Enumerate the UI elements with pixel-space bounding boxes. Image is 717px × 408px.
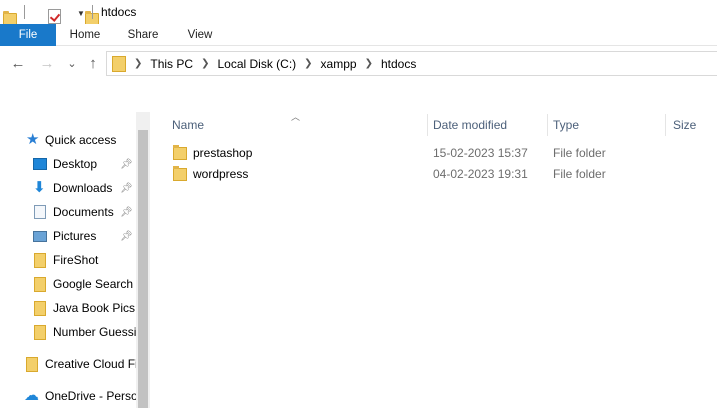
sidebar-item-label: Documents [53, 205, 114, 219]
pin-icon[interactable]: 📌︎ [120, 183, 133, 194]
chevron-right-icon[interactable]: ❯ [304, 58, 312, 69]
sidebar-item-java-book-pics[interactable]: Java Book Pics ( [0, 297, 136, 319]
sidebar-item-label: Desktop [53, 157, 98, 171]
sort-ascending-icon: ︿ [291, 112, 301, 122]
folder-icon [112, 55, 126, 72]
sidebar-item-fireshot[interactable]: FireShot [0, 249, 136, 271]
file-date-modified: 15-02-2023 15:37 [433, 146, 528, 160]
desktop-icon [33, 158, 47, 170]
up-arrow-icon[interactable]: ↑ [84, 54, 102, 74]
pin-icon[interactable]: 📌︎ [120, 207, 133, 218]
column-headers: ︿ Name Date modified Type Size [150, 112, 717, 138]
folder-icon [173, 145, 187, 160]
sidebar-item-number-guessing[interactable]: Number Guessi [0, 321, 136, 343]
breadcrumb-htdocs[interactable]: htdocs [381, 57, 416, 71]
sidebar-item-quick-access[interactable]: ★ Quick access [0, 129, 136, 151]
folder-icon [173, 166, 187, 181]
column-divider[interactable] [665, 114, 666, 136]
sidebar-item-google-search[interactable]: Google Search c [0, 273, 136, 295]
chevron-right-icon[interactable]: ❯ [365, 58, 373, 69]
file-type: File folder [553, 167, 606, 181]
folder-icon [34, 301, 46, 316]
column-header-name[interactable]: Name [172, 112, 204, 138]
column-header-date-modified[interactable]: Date modified [433, 112, 507, 138]
column-header-size[interactable]: Size [673, 112, 696, 138]
tab-home[interactable]: Home [56, 24, 114, 46]
pin-icon[interactable]: 📌︎ [120, 159, 133, 170]
back-arrow-icon[interactable]: ← [9, 54, 27, 74]
navigation-scrollbar[interactable] [136, 112, 150, 408]
separator [92, 5, 93, 19]
download-icon: ⬇ [33, 179, 46, 196]
sidebar-item-label: Creative Cloud Fi [45, 357, 136, 371]
table-row[interactable]: wordpress 04-02-2023 19:31 File folder [150, 164, 717, 185]
table-row[interactable]: prestashop 15-02-2023 15:37 File folder [150, 143, 717, 164]
title-bar: ▼ htdocs [0, 0, 717, 25]
forward-arrow-icon[interactable]: → [38, 54, 56, 74]
onedrive-icon: ☁ [24, 387, 39, 404]
navigation-bar: ← → ⌄ ↑ ❯ This PC ❯ Local Disk (C:) ❯ xa… [0, 46, 717, 82]
ribbon-tabs: File Home Share View [0, 24, 717, 46]
tab-share[interactable]: Share [114, 24, 172, 46]
pictures-icon [33, 231, 47, 242]
sidebar-item-desktop[interactable]: Desktop 📌︎ [0, 153, 136, 175]
file-date-modified: 04-02-2023 19:31 [433, 167, 528, 181]
sidebar-item-label: Google Search c [53, 277, 136, 291]
properties-icon[interactable] [48, 8, 61, 24]
navigation-pane: ★ Quick access Desktop 📌︎ ⬇ Downloads 📌︎… [0, 112, 150, 408]
file-name: prestashop [193, 146, 253, 160]
folder-icon [34, 253, 46, 268]
sidebar-item-documents[interactable]: Documents 📌︎ [0, 201, 136, 223]
sidebar-item-label: Quick access [45, 133, 117, 147]
sidebar-item-label: Pictures [53, 229, 97, 243]
column-divider[interactable] [427, 114, 428, 136]
address-bar[interactable]: ❯ This PC ❯ Local Disk (C:) ❯ xampp ❯ ht… [106, 51, 717, 76]
scrollbar-thumb[interactable] [138, 130, 148, 408]
folder-icon [34, 325, 46, 340]
documents-icon [34, 205, 46, 219]
file-name: wordpress [193, 167, 249, 181]
recent-locations-chevron-icon[interactable]: ⌄ [63, 54, 81, 74]
sidebar-item-pictures[interactable]: Pictures 📌︎ [0, 225, 136, 247]
sidebar-item-label: FireShot [53, 253, 99, 267]
breadcrumb-this-pc[interactable]: This PC [150, 57, 193, 71]
customize-toolbar-chevron-icon[interactable]: ▼ [77, 9, 85, 18]
sidebar-item-downloads[interactable]: ⬇ Downloads 📌︎ [0, 177, 136, 199]
separator [24, 5, 25, 19]
pin-icon[interactable]: 📌︎ [120, 231, 133, 242]
sidebar-item-onedrive[interactable]: ☁ OneDrive - Perso [0, 385, 136, 407]
creative-cloud-icon [26, 357, 38, 372]
column-header-type[interactable]: Type [553, 112, 579, 138]
window-title: htdocs [101, 5, 137, 19]
sidebar-item-label: Number Guessi [53, 325, 136, 339]
sidebar-item-label: OneDrive - Perso [45, 389, 136, 403]
sidebar-item-label: Downloads [53, 181, 113, 195]
column-divider[interactable] [547, 114, 548, 136]
breadcrumb-local-disk[interactable]: Local Disk (C:) [217, 57, 296, 71]
tab-view[interactable]: View [172, 24, 228, 46]
tab-file[interactable]: File [0, 24, 56, 46]
chevron-right-icon[interactable]: ❯ [201, 58, 209, 69]
chevron-right-icon[interactable]: ❯ [134, 58, 142, 69]
sidebar-item-label: Java Book Pics ( [53, 301, 136, 315]
sidebar-item-creative-cloud[interactable]: Creative Cloud Fi [0, 353, 136, 375]
folder-icon [34, 277, 46, 292]
star-icon: ★ [26, 131, 40, 148]
breadcrumb-xampp[interactable]: xampp [321, 57, 357, 71]
file-type: File folder [553, 146, 606, 160]
